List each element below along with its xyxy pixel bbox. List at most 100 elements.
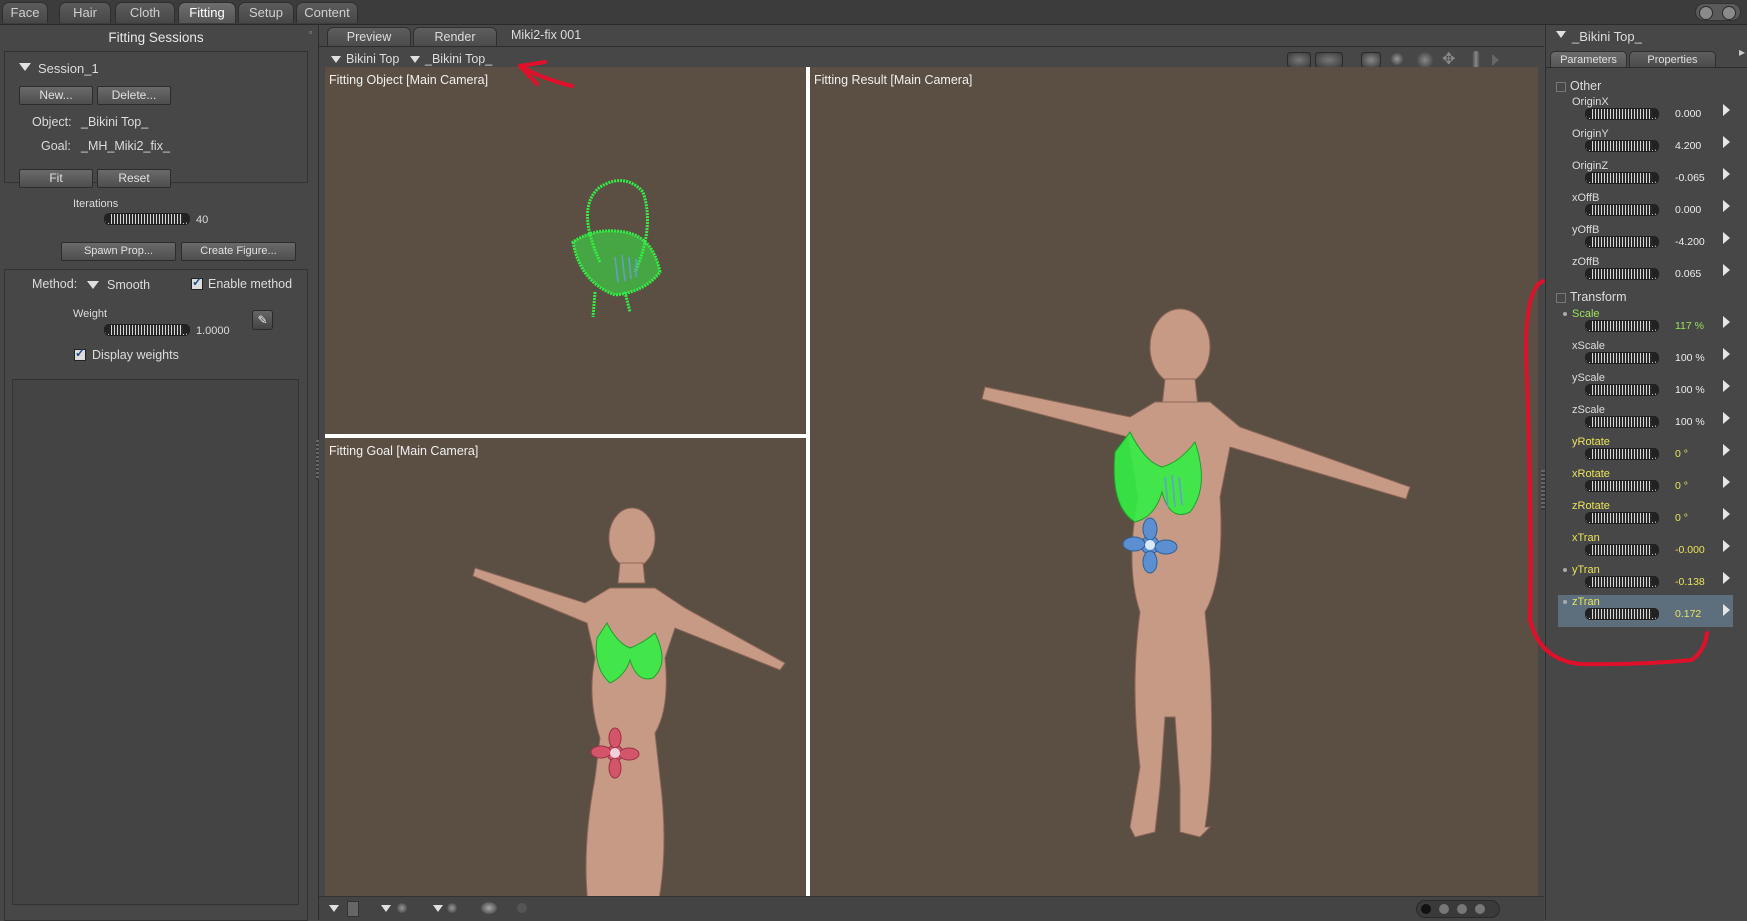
tab-render[interactable]: Render: [413, 27, 497, 47]
param-menu-arrow-icon[interactable]: [1723, 604, 1730, 616]
param-yrotate[interactable]: yRotate 0 °: [1558, 435, 1733, 467]
delete-session-button[interactable]: Delete...: [97, 86, 171, 105]
param-ytran[interactable]: yTran -0.138: [1558, 563, 1733, 595]
param-dial[interactable]: [1585, 268, 1659, 280]
collapse-icon[interactable]: [1556, 81, 1566, 92]
param-originy[interactable]: OriginY 4.200: [1558, 127, 1733, 159]
figure-dropdown-icon[interactable]: [331, 56, 341, 63]
param-value[interactable]: 0 °: [1675, 512, 1688, 524]
param-value[interactable]: 0.000: [1675, 204, 1701, 216]
param-value[interactable]: 0.000: [1675, 108, 1701, 120]
rotate-trackball-icon[interactable]: [1417, 52, 1433, 68]
param-value[interactable]: 100 %: [1675, 384, 1705, 396]
param-xscale[interactable]: xScale 100 %: [1558, 339, 1733, 371]
param-dial[interactable]: [1585, 448, 1659, 460]
room-tab-hair[interactable]: Hair: [59, 2, 111, 23]
param-menu-arrow-icon[interactable]: [1723, 540, 1730, 552]
param-dial[interactable]: [1585, 480, 1659, 492]
param-xoffb[interactable]: xOffB 0.000: [1558, 191, 1733, 223]
hand-camera-icon[interactable]: [1391, 53, 1403, 65]
document-style-dropdown-icon[interactable]: [381, 905, 391, 912]
fitting-result-viewport[interactable]: Fitting Result [Main Camera]: [810, 67, 1538, 918]
paint-brush-icon[interactable]: ✎: [252, 310, 273, 330]
room-tab-cloth[interactable]: Cloth: [115, 2, 175, 23]
layout-dot-icon[interactable]: [1475, 904, 1485, 914]
param-menu-arrow-icon[interactable]: [1723, 316, 1730, 328]
document-style-icon[interactable]: [397, 903, 407, 913]
param-dial[interactable]: [1585, 172, 1659, 184]
param-dial[interactable]: [1585, 140, 1659, 152]
param-value[interactable]: -4.200: [1675, 236, 1705, 248]
figure-style-dropdown-icon[interactable]: [433, 905, 443, 912]
param-xtran[interactable]: xTran -0.000: [1558, 531, 1733, 563]
param-menu-arrow-icon[interactable]: [1723, 104, 1730, 116]
param-dial[interactable]: [1585, 416, 1659, 428]
param-value[interactable]: 117 %: [1675, 320, 1704, 332]
display-weights-checkbox[interactable]: [74, 346, 86, 361]
method-value[interactable]: Smooth: [107, 278, 150, 292]
param-xrotate[interactable]: xRotate 0 °: [1558, 467, 1733, 499]
param-originz[interactable]: OriginZ -0.065: [1558, 159, 1733, 191]
viewport-splitter-vertical[interactable]: [806, 67, 810, 918]
viewport-splitter-horizontal[interactable]: [325, 434, 806, 438]
param-zoffb[interactable]: zOffB 0.065: [1558, 255, 1733, 287]
param-zrotate[interactable]: zRotate 0 °: [1558, 499, 1733, 531]
param-dial[interactable]: [1585, 204, 1659, 216]
param-value[interactable]: -0.138: [1675, 576, 1705, 588]
camera-icon[interactable]: [1287, 52, 1311, 68]
group-other-header[interactable]: Other: [1556, 79, 1601, 93]
iterations-value[interactable]: 40: [196, 214, 208, 226]
create-figure-button[interactable]: Create Figure...: [181, 242, 296, 261]
param-value[interactable]: 100 %: [1675, 352, 1705, 364]
display-style-dropdown-icon[interactable]: [329, 905, 339, 912]
spawn-prop-button[interactable]: Spawn Prop...: [61, 242, 176, 261]
actor-dropdown-icon[interactable]: [1556, 31, 1566, 38]
viewport-layout-switch[interactable]: [1416, 900, 1500, 918]
param-value[interactable]: 0.172: [1675, 608, 1701, 620]
fit-button[interactable]: Fit: [19, 169, 93, 188]
enable-method-checkbox[interactable]: [191, 275, 203, 290]
param-yscale[interactable]: yScale 100 %: [1558, 371, 1733, 403]
param-menu-arrow-icon[interactable]: [1723, 444, 1730, 456]
param-dial[interactable]: [1585, 236, 1659, 248]
figure-style-icon[interactable]: [447, 903, 457, 913]
param-value[interactable]: 0.065: [1675, 268, 1701, 280]
param-value[interactable]: 0 °: [1675, 448, 1688, 460]
param-ztran[interactable]: zTran 0.172: [1558, 595, 1733, 627]
fitting-goal-viewport[interactable]: Fitting Goal [Main Camera]: [325, 438, 806, 918]
tab-parameters[interactable]: Parameters: [1550, 51, 1627, 68]
element-style-icon[interactable]: [517, 903, 527, 913]
layout-dot-icon[interactable]: [1421, 904, 1431, 914]
room-tab-content[interactable]: Content: [296, 2, 358, 23]
figure-select[interactable]: Bikini Top: [346, 52, 399, 66]
param-dial[interactable]: [1585, 576, 1659, 588]
param-menu-arrow-icon[interactable]: [1723, 572, 1730, 584]
param-menu-arrow-icon[interactable]: [1723, 168, 1730, 180]
param-dial[interactable]: [1585, 608, 1659, 620]
new-session-button[interactable]: New...: [19, 86, 93, 105]
param-dial[interactable]: [1585, 108, 1659, 120]
session-expand-icon[interactable]: [19, 63, 31, 71]
param-yoffb[interactable]: yOffB -4.200: [1558, 223, 1733, 255]
room-tab-fitting[interactable]: Fitting: [178, 2, 236, 23]
param-menu-arrow-icon[interactable]: [1723, 380, 1730, 392]
current-actor-name[interactable]: _Bikini Top_: [1572, 29, 1642, 44]
fitting-object-viewport[interactable]: Fitting Object [Main Camera]: [325, 67, 806, 434]
panel-scroll-right-icon[interactable]: ▸: [1739, 45, 1745, 59]
session-name[interactable]: Session_1: [38, 61, 99, 76]
face-camera-icon[interactable]: [1361, 52, 1381, 68]
param-menu-arrow-icon[interactable]: [1723, 508, 1730, 520]
param-dial[interactable]: [1585, 384, 1659, 396]
weight-dial[interactable]: [104, 324, 190, 336]
weight-value[interactable]: 1.0000: [196, 325, 230, 337]
element-style-icon[interactable]: [481, 902, 497, 914]
actor-select[interactable]: _Bikini Top_: [425, 52, 492, 66]
method-dropdown-icon[interactable]: [87, 281, 99, 289]
param-menu-arrow-icon[interactable]: [1723, 476, 1730, 488]
room-tab-face[interactable]: Face: [2, 2, 48, 23]
param-originx[interactable]: OriginX 0.000: [1558, 95, 1733, 127]
param-zscale[interactable]: zScale 100 %: [1558, 403, 1733, 435]
window-control-toggle[interactable]: [1695, 3, 1741, 21]
param-value[interactable]: -0.000: [1675, 544, 1705, 556]
param-value[interactable]: -0.065: [1675, 172, 1705, 184]
